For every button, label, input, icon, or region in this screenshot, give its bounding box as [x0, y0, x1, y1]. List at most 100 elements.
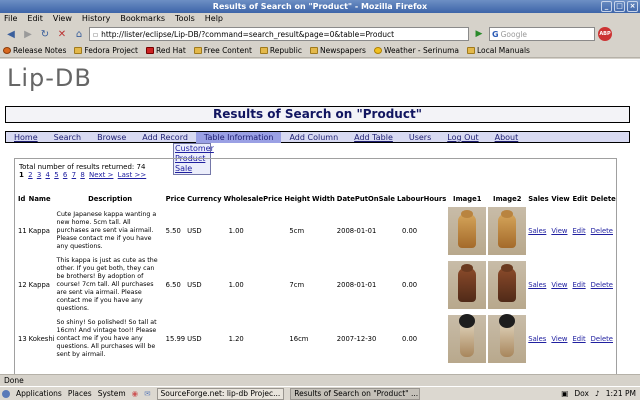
reload-icon[interactable]: ↻	[38, 27, 52, 41]
product-image[interactable]	[488, 207, 527, 255]
home-icon[interactable]: ⌂	[72, 27, 86, 41]
launcher-icon[interactable]: ◉	[132, 389, 139, 398]
cell-view: View	[550, 257, 571, 313]
nav-table-information[interactable]: Table Information	[195, 131, 282, 143]
bookmark-release-notes[interactable]: Release Notes	[3, 46, 66, 55]
adblock-icon[interactable]: ABP	[598, 27, 612, 41]
go-icon[interactable]: ▶	[472, 27, 486, 41]
col-wholesaleprice: WholesalePrice	[223, 195, 283, 203]
cell-description: This kappa is just as cute as the other.…	[56, 257, 158, 312]
page-link[interactable]: 6	[63, 171, 67, 179]
folder-icon	[193, 47, 202, 54]
product-image[interactable]	[488, 261, 527, 309]
sales-link[interactable]: Sales	[528, 227, 546, 235]
menu-edit[interactable]: Edit	[27, 13, 43, 24]
redhat-icon	[145, 47, 154, 54]
page-last[interactable]: Last >>	[118, 171, 147, 179]
stop-icon[interactable]: ✕	[55, 27, 69, 41]
bookmark-newspapers[interactable]: Newspapers	[309, 46, 366, 55]
product-image[interactable]	[448, 314, 487, 363]
bookmark-weather[interactable]: Weather - Serinuma	[373, 46, 459, 55]
view-link[interactable]: View	[551, 281, 567, 289]
col-labourhours: LabourHours	[397, 195, 447, 203]
cell-height: 7cm	[289, 281, 305, 289]
delete-link[interactable]: Delete	[591, 227, 613, 235]
forward-icon[interactable]: ▶	[21, 27, 35, 41]
close-button[interactable]: ×	[627, 1, 638, 12]
url-bar[interactable]: ▫ http://lister/eclipse/Lip-DB/?command=…	[89, 27, 469, 41]
cell-currency: USD	[187, 227, 202, 235]
nav-browse[interactable]: Browse	[89, 132, 134, 143]
nav-add-record[interactable]: Add Record	[134, 132, 196, 143]
delete-link[interactable]: Delete	[591, 281, 613, 289]
table-row: 11 Kappa Cute Japanese kappa wanting a n…	[17, 205, 616, 257]
menu-bookmarks[interactable]: Bookmarks	[120, 13, 165, 24]
nav-home[interactable]: Home	[6, 132, 46, 143]
bookmark-fedora-project[interactable]: Fedora Project	[74, 46, 138, 55]
cell-price: 6.50	[165, 281, 181, 289]
weather-icon	[373, 47, 382, 54]
launcher-icon[interactable]: ✉	[144, 389, 150, 398]
url-text: http://lister/eclipse/Lip-DB/?command=se…	[101, 29, 395, 39]
results-panel: Total number of results returned: 74 1 2…	[14, 158, 617, 374]
page-link[interactable]: 5	[54, 171, 58, 179]
sales-link[interactable]: Sales	[528, 335, 546, 343]
status-text: Done	[4, 376, 24, 385]
cell-description: So shiny! So polished! So tall at 16cm! …	[56, 319, 157, 358]
tray-icon[interactable]: ▣	[561, 389, 568, 398]
minimize-button[interactable]: _	[601, 1, 612, 12]
task-window-results[interactable]: Results of Search on "Product" ...	[290, 387, 421, 400]
cell-name: Kappa	[28, 227, 50, 235]
cell-width	[311, 257, 336, 313]
page-link[interactable]: 2	[28, 171, 32, 179]
maximize-button[interactable]: □	[614, 1, 625, 12]
view-link[interactable]: View	[551, 335, 567, 343]
table-header-row: Id Name Description Price Currency Whole…	[17, 193, 616, 205]
bookmark-free-content[interactable]: Free Content	[193, 46, 252, 55]
tray-clock[interactable]: 1:21 PM	[606, 389, 636, 398]
taskbar-system[interactable]: System	[98, 389, 126, 398]
page-link[interactable]: 4	[46, 171, 50, 179]
taskbar-places[interactable]: Places	[68, 389, 92, 398]
page-link[interactable]: 7	[72, 171, 76, 179]
nav-add-table[interactable]: Add Table	[346, 132, 401, 143]
col-description: Description	[88, 195, 133, 203]
menu-tools[interactable]: Tools	[175, 13, 195, 24]
bookmark-red-hat[interactable]: Red Hat	[145, 46, 186, 55]
product-image[interactable]	[448, 261, 487, 309]
page-link[interactable]: 3	[37, 171, 41, 179]
dropdown-customer[interactable]: Customer	[175, 144, 214, 154]
menu-history[interactable]: History	[82, 13, 110, 24]
nav-add-column[interactable]: Add Column	[281, 132, 346, 143]
sales-link[interactable]: Sales	[528, 281, 546, 289]
system-tray: ▣ Dox ♪ 1:21 PM	[561, 389, 640, 398]
menu-help[interactable]: Help	[205, 13, 223, 24]
product-image[interactable]	[488, 314, 527, 363]
back-icon[interactable]: ◀	[4, 27, 18, 41]
page-next[interactable]: Next >	[89, 171, 113, 179]
delete-link[interactable]: Delete	[591, 335, 613, 343]
search-input[interactable]: G Google	[489, 27, 595, 41]
menu-file[interactable]: File	[4, 13, 17, 24]
cell-height: 5cm	[289, 227, 305, 235]
nav-log-out[interactable]: Log Out	[439, 132, 486, 143]
page-link[interactable]: 8	[80, 171, 84, 179]
fedora-icon[interactable]	[2, 389, 10, 398]
bookmark-republic[interactable]: Republic	[259, 46, 302, 55]
bookmark-local-manuals[interactable]: Local Manuals	[466, 46, 530, 55]
task-window-sourceforge[interactable]: SourceForge.net: lip-db Projec...	[156, 387, 285, 400]
volume-icon[interactable]: ♪	[595, 389, 600, 398]
taskbar-applications[interactable]: Applications	[16, 389, 62, 398]
cell-edit: Edit	[571, 205, 589, 257]
view-link[interactable]: View	[551, 227, 567, 235]
product-image[interactable]	[448, 207, 487, 255]
firefox-icon	[3, 47, 11, 54]
nav-users[interactable]: Users	[401, 132, 439, 143]
nav-about[interactable]: About	[487, 132, 527, 143]
menu-view[interactable]: View	[53, 13, 72, 24]
edit-link[interactable]: Edit	[572, 227, 585, 235]
edit-link[interactable]: Edit	[572, 335, 585, 343]
edit-link[interactable]: Edit	[572, 281, 585, 289]
nav-search[interactable]: Search	[46, 132, 89, 143]
col-name: Name	[28, 195, 51, 203]
